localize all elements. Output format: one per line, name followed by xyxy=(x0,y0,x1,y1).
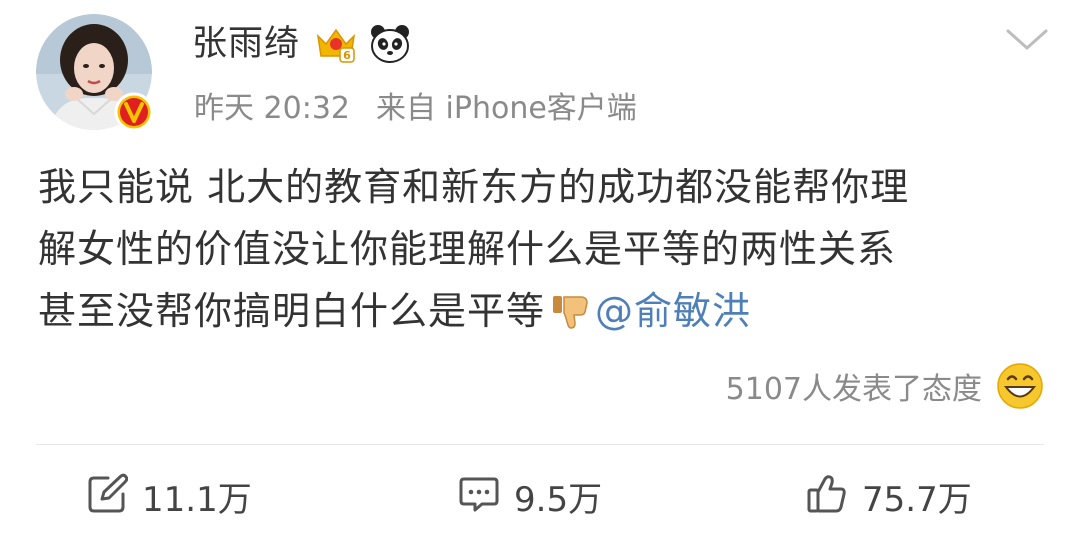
repost-button[interactable]: 11.1万 xyxy=(86,472,252,520)
author-avatar[interactable] xyxy=(36,14,154,132)
action-bar: 11.1万 9.5万 75.7万 xyxy=(0,460,1080,530)
attitude-count[interactable]: 5107人发表了态度 xyxy=(726,364,982,408)
svg-text:6: 6 xyxy=(343,49,351,62)
attitude-row[interactable]: 5107人发表了态度 xyxy=(726,358,1044,414)
vip-crown-icon[interactable]: 6 xyxy=(314,22,358,66)
thumbs-up-icon xyxy=(806,473,848,519)
repost-icon xyxy=(86,473,129,519)
post-time: 昨天 20:32 xyxy=(194,91,350,126)
content-line-2: 解女性的价值没让你能理解什么是平等的两性关系 xyxy=(38,227,897,271)
comment-count: 9.5万 xyxy=(514,479,603,520)
repost-count: 11.1万 xyxy=(142,479,252,520)
comment-icon xyxy=(458,473,500,519)
verified-badge xyxy=(114,92,154,132)
post-source: 来自 iPhone客户端 xyxy=(376,91,637,126)
content-line-1: 我只能说 北大的教育和新东方的成功都没能帮你理 xyxy=(38,165,910,209)
author-name[interactable]: 张雨绮 xyxy=(192,16,300,72)
comment-button[interactable]: 9.5万 xyxy=(458,472,602,520)
thumbs-down-icon xyxy=(551,286,591,329)
grinning-emoji-icon[interactable] xyxy=(996,362,1044,410)
content-line-3-text: 甚至没帮你搞明白什么是平等 xyxy=(38,289,546,333)
mention-link[interactable]: @俞敏洪 xyxy=(595,289,751,333)
content-line-3: 甚至没帮你搞明白什么是平等 @俞敏洪 xyxy=(38,280,1048,342)
author-row: 张雨绮 6 xyxy=(192,16,412,72)
divider xyxy=(36,444,1044,445)
post-content: 我只能说 北大的教育和新东方的成功都没能帮你理 解女性的价值没让你能理解什么是平… xyxy=(38,156,1048,342)
panda-icon[interactable] xyxy=(368,22,412,66)
chevron-down-icon[interactable] xyxy=(1004,26,1050,54)
like-button[interactable]: 75.7万 xyxy=(806,472,972,520)
weibo-post-card: 张雨绮 6 昨天 20:32 来自 iPhone客户端 我只能说 北大的教育和新… xyxy=(0,0,1080,533)
post-meta: 昨天 20:32 来自 iPhone客户端 xyxy=(194,80,637,130)
like-count: 75.7万 xyxy=(862,479,972,520)
